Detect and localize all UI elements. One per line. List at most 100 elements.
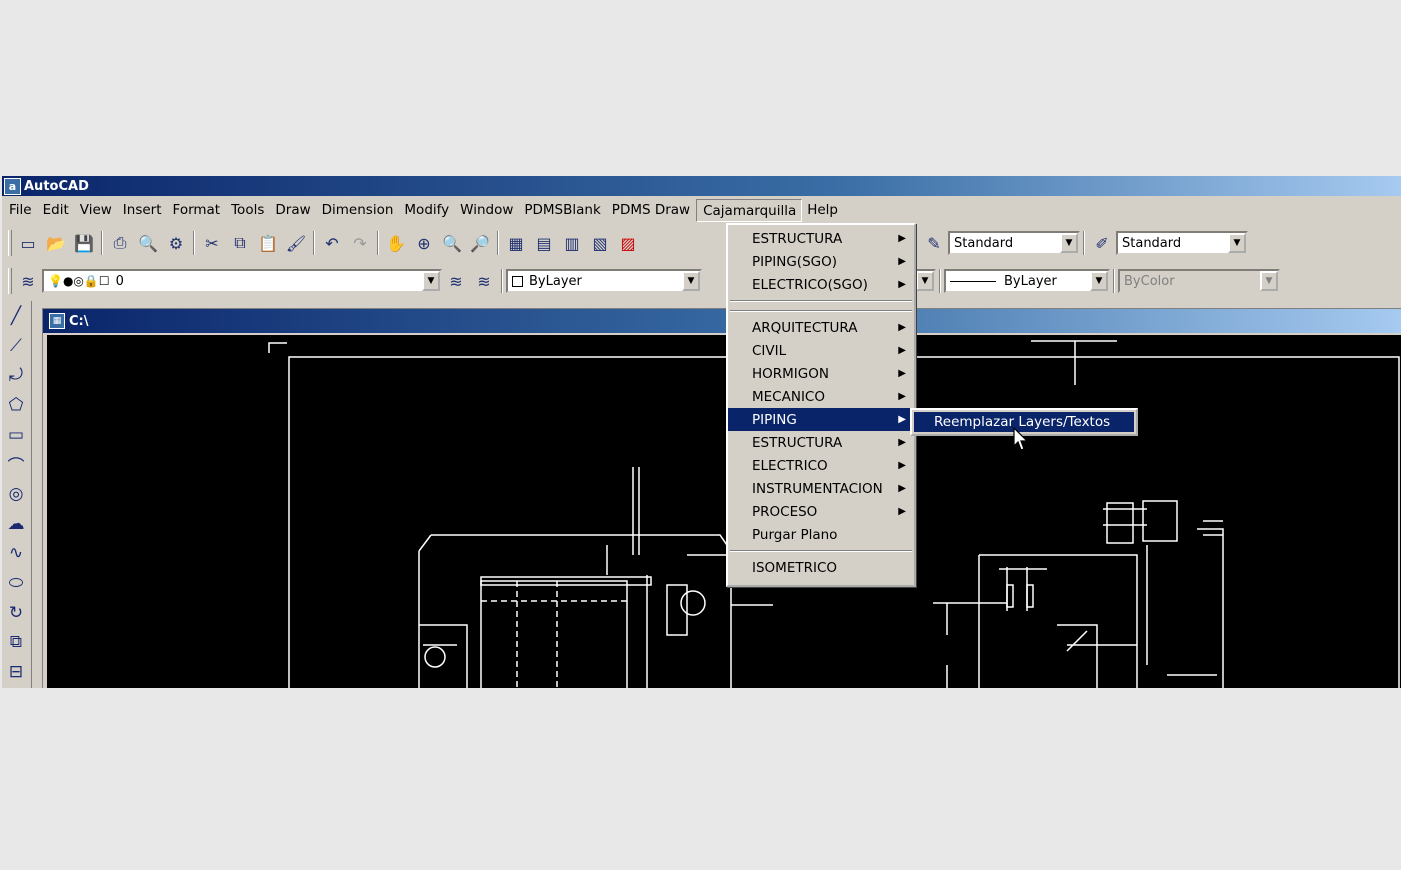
plot-preview-icon[interactable]: 🔍: [134, 230, 162, 256]
menu-insert[interactable]: Insert: [118, 199, 168, 221]
zoom-previous-icon[interactable]: 🔎: [466, 230, 494, 256]
menu-instrumentacion[interactable]: INSTRUMENTACION ▶: [728, 477, 914, 500]
menu-tools[interactable]: Tools: [226, 199, 270, 221]
menu-hormigon[interactable]: HORMIGON ▶: [728, 362, 914, 385]
chevron-down-icon[interactable]: ▼: [682, 271, 700, 291]
menu-item-label: PROCESO: [752, 503, 818, 520]
circle-icon[interactable]: ◎: [2, 479, 30, 509]
spline-icon[interactable]: ∿: [2, 539, 30, 569]
menu-draw[interactable]: Draw: [270, 199, 316, 221]
layer-previous-icon[interactable]: ≋: [470, 268, 498, 294]
polyline-icon[interactable]: ⤾: [2, 360, 30, 390]
ellipse-icon[interactable]: ⬭: [2, 568, 30, 598]
menu-separator: [728, 296, 914, 306]
menu-estructura-sgo[interactable]: ESTRUCTURA ▶: [728, 227, 914, 250]
menu-proceso[interactable]: PROCESO ▶: [728, 500, 914, 523]
match-properties-icon[interactable]: 🖌: [282, 230, 310, 256]
menu-item-label: ELECTRICO(SGO): [752, 276, 868, 293]
menu-modify[interactable]: Modify: [399, 199, 455, 221]
polygon-icon[interactable]: ⬠: [2, 390, 30, 420]
menu-pdmsblank[interactable]: PDMSBlank: [519, 199, 606, 221]
save-icon[interactable]: 💾: [70, 230, 98, 256]
sheet-set-icon[interactable]: ▧: [586, 230, 614, 256]
drawing-title-bar: ▦ C:\: [43, 309, 1401, 333]
redo-icon[interactable]: ↷: [346, 230, 374, 256]
chevron-down-icon[interactable]: ▼: [422, 271, 440, 291]
design-center-icon[interactable]: ▤: [530, 230, 558, 256]
menu-item-label: PIPING: [752, 411, 797, 428]
chevron-right-icon: ▶: [898, 322, 906, 333]
chevron-right-icon: ▶: [898, 279, 906, 290]
menu-cajamarquilla[interactable]: Cajamarquilla: [696, 198, 803, 222]
layer-manager-icon[interactable]: ≋: [14, 268, 42, 294]
construction-line-icon[interactable]: ⟋: [2, 331, 30, 361]
menu-help[interactable]: Help: [802, 199, 844, 221]
plot-icon[interactable]: ⎙: [106, 230, 134, 256]
menu-view[interactable]: View: [75, 199, 118, 221]
color-combo[interactable]: ByLayer ▼: [506, 269, 702, 293]
menu-estructura[interactable]: ESTRUCTURA ▶: [728, 431, 914, 454]
chevron-down-icon[interactable]: ▼: [1228, 233, 1246, 253]
menu-piping[interactable]: PIPING ▶: [728, 408, 914, 431]
text-style-value: Standard: [954, 235, 1014, 251]
menu-item-label: PIPING(SGO): [752, 253, 837, 270]
chevron-down-icon[interactable]: ▼: [1090, 271, 1108, 291]
chevron-down-icon[interactable]: ▼: [1060, 233, 1078, 253]
new-icon[interactable]: ▭: [14, 230, 42, 256]
linetype-combo[interactable]: ByLayer ▼: [944, 269, 1110, 293]
menu-dimension[interactable]: Dimension: [317, 199, 400, 221]
arc-icon[interactable]: ⌒: [2, 449, 30, 479]
make-block-icon[interactable]: ⊟: [2, 657, 30, 687]
paste-icon[interactable]: 📋: [254, 230, 282, 256]
menu-file[interactable]: File: [4, 199, 38, 221]
layer-combo[interactable]: 💡●◎🔒☐ 0 ▼: [42, 269, 442, 293]
rectangle-icon[interactable]: ▭: [2, 420, 30, 450]
color-value: ByLayer: [529, 273, 582, 289]
zoom-window-icon[interactable]: 🔍: [438, 230, 466, 256]
menu-separator: [728, 546, 914, 556]
pan-icon[interactable]: ✋: [382, 230, 410, 256]
ellipse-arc-icon[interactable]: ↻: [2, 598, 30, 628]
text-style-combo[interactable]: Standard ▼: [948, 231, 1080, 255]
menu-electrico[interactable]: ELECTRICO ▶: [728, 454, 914, 477]
revision-cloud-icon[interactable]: ☁: [2, 509, 30, 539]
dim-style-combo[interactable]: Standard ▼: [1116, 231, 1248, 255]
zoom-realtime-icon[interactable]: ⊕: [410, 230, 438, 256]
chevron-right-icon: ▶: [898, 414, 906, 425]
menu-piping-sgo[interactable]: PIPING(SGO) ▶: [728, 250, 914, 273]
properties-icon[interactable]: ▦: [502, 230, 530, 256]
menu-item-label: HORMIGON: [752, 365, 829, 382]
menu-arquitectura[interactable]: ARQUITECTURA ▶: [728, 316, 914, 339]
menu-electrico-sgo[interactable]: ELECTRICO(SGO) ▶: [728, 273, 914, 296]
menu-item-label: ESTRUCTURA: [752, 230, 843, 247]
menu-pdms-draw[interactable]: PDMS Draw: [607, 199, 696, 221]
tool-palettes-icon[interactable]: ▥: [558, 230, 586, 256]
menu-mecanico[interactable]: MECANICO ▶: [728, 385, 914, 408]
insert-block-icon[interactable]: ⧉: [2, 628, 30, 658]
menu-window[interactable]: Window: [455, 199, 519, 221]
chevron-down-icon[interactable]: ▼: [916, 271, 934, 291]
open-icon[interactable]: 📂: [42, 230, 70, 256]
menu-edit[interactable]: Edit: [38, 199, 75, 221]
toolbar-grip[interactable]: [8, 230, 12, 256]
make-object-layer-current-icon[interactable]: ≋: [442, 268, 470, 294]
menu-format[interactable]: Format: [168, 199, 227, 221]
layer-value: 0: [115, 273, 124, 289]
chevron-down-icon: ▼: [1260, 271, 1278, 291]
text-style-icon[interactable]: ✎: [920, 230, 948, 256]
menu-item-label: ELECTRICO: [752, 457, 828, 474]
drawing-canvas[interactable]: [47, 335, 1401, 688]
line-icon[interactable]: ╱: [2, 301, 30, 331]
publish-icon[interactable]: ⚙: [162, 230, 190, 256]
undo-icon[interactable]: ↶: [318, 230, 346, 256]
cut-icon[interactable]: ✂: [198, 230, 226, 256]
menu-isometrico[interactable]: ISOMETRICO: [728, 556, 914, 579]
chevron-right-icon: ▶: [898, 483, 906, 494]
dim-style-value: Standard: [1122, 235, 1182, 251]
markup-icon[interactable]: ▨: [614, 230, 642, 256]
toolbar-grip[interactable]: [8, 268, 12, 294]
menu-purgar-plano[interactable]: Purgar Plano: [728, 523, 914, 546]
copy-icon[interactable]: ⧉: [226, 230, 254, 256]
menu-civil[interactable]: CIVIL ▶: [728, 339, 914, 362]
dim-style-icon[interactable]: ✐: [1088, 230, 1116, 256]
